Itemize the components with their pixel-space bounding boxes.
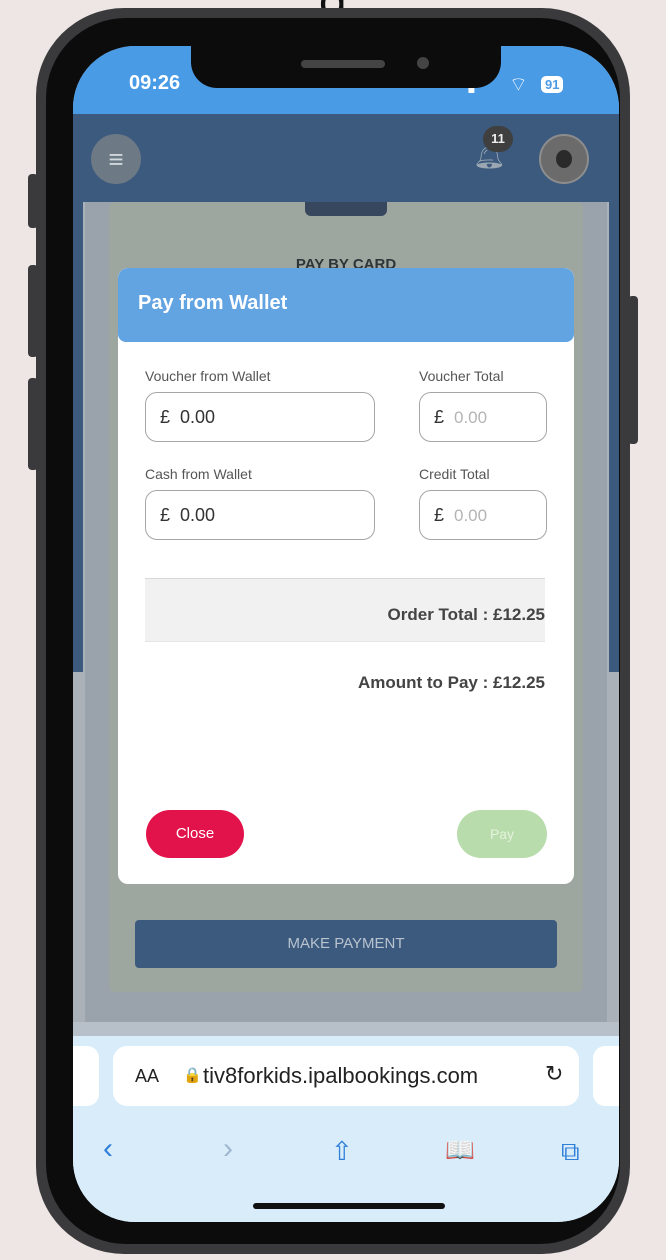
avatar[interactable] xyxy=(539,134,589,184)
credit-total-label: Credit Total xyxy=(419,466,490,482)
pay-button[interactable]: Pay xyxy=(457,810,547,858)
cash-from-wallet-label: Cash from Wallet xyxy=(145,466,252,482)
order-total-bar: Order Total : £12.25 xyxy=(145,578,545,642)
forward-icon[interactable]: › xyxy=(223,1132,233,1166)
next-tab-peek[interactable] xyxy=(593,1046,619,1106)
currency-symbol: £ xyxy=(160,407,171,427)
voucher-from-wallet-label: Voucher from Wallet xyxy=(145,368,271,384)
avatar-logo-icon xyxy=(556,150,572,168)
camera-notch xyxy=(191,46,501,88)
address-bar[interactable]: AA 🔒 tiv8forkids.ipalbookings.com ↻ xyxy=(113,1046,579,1106)
hamburger-icon[interactable]: ≡ xyxy=(91,134,141,184)
status-time: 09:26 xyxy=(129,72,181,94)
currency-symbol: £ xyxy=(434,407,445,427)
amount-to-pay: Amount to Pay : £12.25 xyxy=(357,673,545,692)
credit-total-input[interactable]: £ 0.00 xyxy=(419,490,547,540)
voucher-from-wallet-value: 0.00 xyxy=(180,407,216,427)
currency-symbol: £ xyxy=(434,505,445,525)
credit-total-placeholder: 0.00 xyxy=(454,506,488,525)
currency-symbol: £ xyxy=(160,505,171,525)
text-size-button[interactable]: AA xyxy=(135,1066,159,1087)
card-tab xyxy=(305,202,387,216)
app-header: ≡ 🔔︎ 11 xyxy=(73,114,619,202)
reload-icon[interactable]: ↻ xyxy=(545,1061,563,1087)
modal-header: Pay from Wallet xyxy=(118,268,574,342)
wifi-icon: ⌔ xyxy=(509,74,528,96)
back-icon[interactable]: ‹ xyxy=(103,1132,113,1166)
modal-title: Pay from Wallet xyxy=(138,292,288,314)
tabs-icon[interactable]: ⧉ xyxy=(561,1136,580,1168)
phone-screen: 09:26 ▮ ⌔ 91 ≡ 🔔︎ 11 PAY BY CARD MAKE PA… xyxy=(73,46,619,1222)
order-total: Order Total : £12.25 xyxy=(387,605,545,624)
previous-tab-peek[interactable] xyxy=(73,1046,99,1106)
voucher-total-label: Voucher Total xyxy=(419,368,504,384)
notification-count-badge: 11 xyxy=(483,126,513,152)
front-camera xyxy=(417,57,429,69)
cash-from-wallet-value: 0.00 xyxy=(180,505,216,525)
pay-from-wallet-modal: Pay from Wallet Voucher from Wallet £ 0.… xyxy=(118,268,574,884)
speaker-grille xyxy=(301,60,385,68)
close-button[interactable]: Close xyxy=(146,810,244,858)
share-icon[interactable]: ⇧ xyxy=(331,1136,353,1167)
battery-icon: 91 xyxy=(541,76,564,93)
voucher-total-input[interactable]: £ 0.00 xyxy=(419,392,547,442)
browser-toolbar: AA 🔒 tiv8forkids.ipalbookings.com ↻ ‹ › … xyxy=(73,1036,619,1222)
bookmarks-icon[interactable]: 📖 xyxy=(445,1136,475,1165)
cash-from-wallet-input[interactable]: £ 0.00 xyxy=(145,490,375,540)
voucher-from-wallet-input[interactable]: £ 0.00 xyxy=(145,392,375,442)
url-text[interactable]: tiv8forkids.ipalbookings.com xyxy=(203,1063,478,1089)
home-indicator[interactable] xyxy=(253,1203,445,1209)
voucher-total-placeholder: 0.00 xyxy=(454,408,488,427)
lock-icon: 🔒 xyxy=(183,1067,202,1084)
make-payment-button[interactable]: MAKE PAYMENT xyxy=(135,920,557,968)
